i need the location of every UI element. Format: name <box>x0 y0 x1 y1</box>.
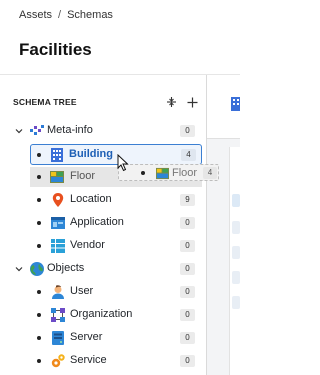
detail-row[interactable] <box>232 194 240 207</box>
count-badge: 4 <box>203 167 217 179</box>
count-badge: 0 <box>180 332 195 344</box>
detail-row[interactable] <box>232 246 240 259</box>
count-badge: 0 <box>180 240 195 252</box>
add-schema-button[interactable] <box>184 94 200 110</box>
tree-item-label: Application <box>70 216 124 228</box>
server-icon <box>52 331 64 345</box>
collapse-all-icon <box>166 97 176 107</box>
tree-group-objects[interactable]: Objects 0 <box>0 259 206 279</box>
bullet <box>37 336 41 340</box>
tree-item-label: Vendor <box>70 239 105 251</box>
schema-detail-panel <box>207 75 240 375</box>
bullet <box>37 244 41 248</box>
tree-item-organization[interactable]: Organization 0 <box>0 305 206 325</box>
schema-tree-panel: SCHEMA TREE Meta-info 0 Building 4 Floor… <box>0 75 206 375</box>
bullet <box>37 221 41 225</box>
bullet <box>37 153 41 157</box>
floor-icon <box>50 171 64 183</box>
tree-item-label: Building <box>69 148 113 160</box>
chevron-down-icon[interactable] <box>14 126 24 136</box>
building-icon <box>231 97 240 111</box>
bullet <box>37 198 41 202</box>
breadcrumb-schemas[interactable]: Schemas <box>67 9 113 21</box>
tree-group-meta-info[interactable]: Meta-info 0 <box>0 121 206 141</box>
meta-info-icon <box>30 125 44 135</box>
bullet <box>37 313 41 317</box>
tree-item-label: Organization <box>70 308 133 320</box>
breadcrumb-assets[interactable]: Assets <box>19 9 52 21</box>
tree-item-label: User <box>70 285 94 297</box>
tree-group-label: Meta-info <box>47 124 93 136</box>
count-badge: 0 <box>180 263 195 275</box>
tree-item-service[interactable]: Service 0 <box>0 351 206 371</box>
count-badge: 0 <box>180 286 195 298</box>
bullet <box>37 175 41 179</box>
collapse-all-button[interactable] <box>163 94 179 110</box>
detail-row[interactable] <box>232 221 240 234</box>
breadcrumb: Assets / Schemas <box>19 9 113 21</box>
floor-icon <box>156 167 169 180</box>
detail-header <box>207 75 240 139</box>
count-badge: 9 <box>180 194 195 206</box>
schema-tree-header: SCHEMA TREE <box>13 96 199 110</box>
service-icon <box>51 354 65 368</box>
tree-item-label: Location <box>70 193 112 205</box>
vendor-icon <box>51 239 65 253</box>
detail-row[interactable] <box>232 296 240 309</box>
count-badge: 0 <box>180 217 195 229</box>
detail-row[interactable] <box>232 271 240 284</box>
drag-ghost-label: Floor <box>172 167 198 179</box>
tree-item-label: Server <box>70 331 103 343</box>
organization-icon <box>51 308 65 322</box>
page-title: Facilities <box>19 40 92 59</box>
tree-item-vendor[interactable]: Vendor 0 <box>0 236 206 256</box>
detail-card <box>229 147 240 375</box>
user-icon <box>52 285 64 299</box>
tree-item-label: Service <box>70 354 107 366</box>
chevron-down-icon[interactable] <box>14 264 24 274</box>
count-badge: 4 <box>181 149 196 161</box>
count-badge: 0 <box>180 355 195 367</box>
drag-ghost: Floor 4 <box>118 164 219 181</box>
tree-group-label: Objects <box>47 262 85 274</box>
tree-item-user[interactable]: User 0 <box>0 282 206 302</box>
bullet <box>141 171 145 175</box>
mouse-pointer-icon <box>117 154 129 172</box>
tree-item-label: Floor <box>70 170 96 182</box>
tree-item-building[interactable]: Building 4 <box>30 144 202 165</box>
count-badge: 0 <box>180 125 195 137</box>
tree-item-location[interactable]: Location 9 <box>0 190 206 210</box>
bullet <box>37 359 41 363</box>
globe-icon <box>30 262 44 276</box>
breadcrumb-separator: / <box>58 9 62 21</box>
building-icon <box>51 148 63 162</box>
tree-item-application[interactable]: Application 0 <box>0 213 206 233</box>
count-badge: 0 <box>180 309 195 321</box>
location-pin-icon <box>52 193 64 207</box>
schema-tree-title: SCHEMA TREE <box>13 97 77 107</box>
tree-item-server[interactable]: Server 0 <box>0 328 206 348</box>
application-icon <box>51 217 65 229</box>
bullet <box>37 290 41 294</box>
plus-icon <box>187 97 197 107</box>
